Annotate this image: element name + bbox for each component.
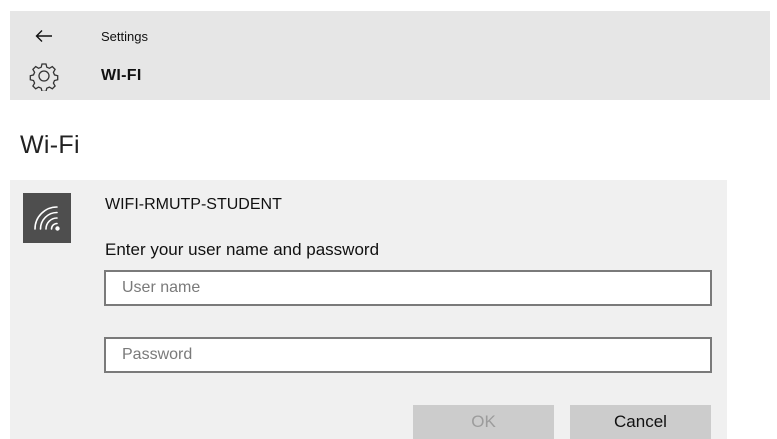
page-title: WI-FI — [101, 67, 142, 84]
title-bar: Settings WI-FI — [10, 11, 770, 100]
credentials-prompt: Enter your user name and password — [105, 240, 380, 259]
ok-button[interactable]: OK — [413, 405, 554, 439]
app-title: Settings — [101, 29, 148, 44]
username-input[interactable] — [104, 270, 712, 306]
section-title: Wi-Fi — [20, 131, 80, 159]
password-input[interactable] — [104, 337, 712, 373]
back-button[interactable] — [32, 24, 56, 48]
cancel-button[interactable]: Cancel — [570, 405, 711, 439]
wifi-network-panel: WIFI-RMUTP-STUDENT Enter your user name … — [10, 180, 727, 439]
wifi-icon — [34, 206, 60, 231]
network-name: WIFI-RMUTP-STUDENT — [105, 196, 282, 213]
wifi-tile — [23, 193, 71, 243]
arrow-left-icon — [35, 30, 52, 42]
gear-icon — [29, 63, 59, 91]
